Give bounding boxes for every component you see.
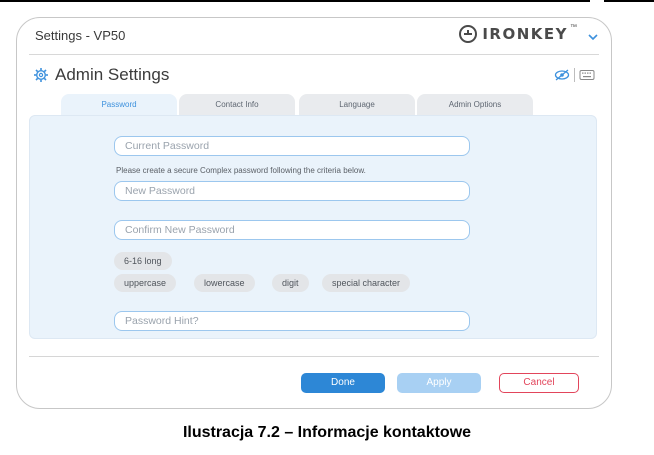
criteria-special-chip: special character — [322, 274, 411, 292]
password-helper-text: Please create a secure Complex password … — [116, 166, 366, 175]
brand-name: IRONKEY — [482, 25, 568, 43]
gear-icon — [34, 68, 48, 82]
tab-admin-options[interactable]: Admin Options — [417, 94, 533, 116]
done-button[interactable]: Done — [301, 373, 385, 393]
cancel-button[interactable]: Cancel — [499, 373, 579, 393]
apply-button[interactable]: Apply — [397, 373, 481, 393]
password-hint-input[interactable] — [114, 311, 470, 331]
section-title: Admin Settings — [55, 65, 170, 84]
tab-language[interactable]: Language — [299, 94, 415, 116]
brand-logo: IRONKEY ™ — [458, 24, 577, 44]
criteria-uppercase-chip: uppercase — [114, 274, 177, 292]
window-title: Settings - VP50 — [35, 28, 126, 43]
confirm-password-input[interactable] — [114, 220, 470, 240]
footer-divider — [29, 356, 599, 357]
criteria-lowercase-chip: lowercase — [194, 274, 255, 292]
header-tools — [554, 68, 595, 82]
window-menu-toggle[interactable] — [587, 29, 599, 41]
ironkey-logo-icon — [459, 25, 478, 43]
chevron-down-icon — [588, 34, 598, 41]
criteria-digit-chip: digit — [272, 274, 309, 292]
settings-window: Settings - VP50 IRONKEY ™ Admin Settings — [16, 17, 612, 409]
trademark-mark: ™ — [570, 24, 577, 31]
keyboard-icon[interactable] — [579, 69, 595, 81]
tab-password[interactable]: Password — [61, 94, 177, 116]
current-password-input[interactable] — [114, 136, 470, 156]
password-panel: Please create a secure Complex password … — [29, 115, 597, 339]
section-header: Admin Settings — [33, 65, 169, 85]
page-top-rule — [0, 0, 654, 4]
criteria-length-chip: 6-16 long — [114, 252, 172, 270]
top-rule-segment — [0, 0, 590, 2]
figure-caption: Ilustracja 7.2 – Informacje kontaktowe — [182, 424, 472, 441]
tab-contact-info[interactable]: Contact Info — [179, 94, 295, 116]
top-rule-segment — [604, 0, 654, 2]
tool-separator — [574, 68, 575, 82]
eye-hidden-icon[interactable] — [554, 69, 570, 81]
header-divider — [29, 54, 599, 55]
new-password-input[interactable] — [114, 181, 470, 201]
